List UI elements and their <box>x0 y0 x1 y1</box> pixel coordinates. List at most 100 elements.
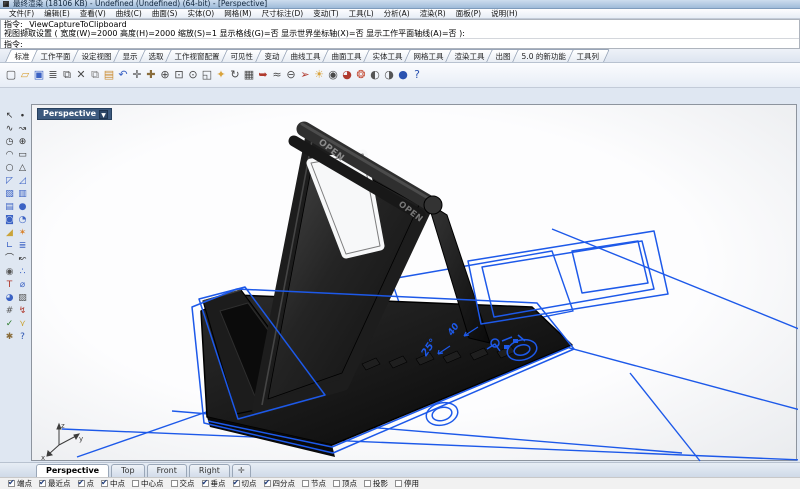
menu-item[interactable]: 渲染(R) <box>415 8 451 19</box>
toolbar-tab[interactable]: 工具列 <box>567 49 609 62</box>
lamp-icon[interactable]: ☀ <box>312 66 326 84</box>
pointer-select-icon[interactable]: ↖ <box>3 110 16 123</box>
checkbox-icon[interactable] <box>39 480 46 487</box>
viewport-canvas[interactable]: OPEN OPEN <box>32 105 798 462</box>
viewport-dropdown-icon[interactable]: ▼ <box>99 110 108 119</box>
menu-item[interactable]: 编辑(E) <box>39 8 75 19</box>
help-icon[interactable]: ? <box>410 66 424 84</box>
menu-item[interactable]: 实体(O) <box>182 8 219 19</box>
checkbox-icon[interactable] <box>395 480 402 487</box>
surface-edge-icon[interactable]: ◿ <box>16 175 29 188</box>
osnap-toggle[interactable]: 切点 <box>233 478 257 489</box>
checkbox-icon[interactable] <box>202 480 209 487</box>
print-icon[interactable]: ≣ <box>46 66 60 84</box>
view-tab[interactable]: Front <box>147 464 187 477</box>
menu-item[interactable]: 查看(V) <box>75 8 111 19</box>
extrude-icon[interactable]: ▤ <box>3 201 16 214</box>
rotate-view-icon[interactable]: ↻ <box>228 66 242 84</box>
control-point-curve-icon[interactable]: ↝ <box>16 123 29 136</box>
circle-center-icon[interactable]: ⊕ <box>16 136 29 149</box>
grid-icon[interactable]: ▦ <box>242 66 256 84</box>
checkbox-icon[interactable] <box>132 480 139 487</box>
export-icon[interactable]: ⧉ <box>60 66 74 84</box>
copy-icon[interactable]: ⧉ <box>88 66 102 84</box>
checkbox-icon[interactable] <box>302 480 309 487</box>
command-prompt[interactable]: 指令: <box>1 38 799 49</box>
osnap-toggle[interactable]: 交点 <box>171 478 195 489</box>
lock-icon[interactable]: ◉ <box>326 66 340 84</box>
zoom-window-icon[interactable]: ⊡ <box>172 66 186 84</box>
group-icon[interactable]: ∴ <box>16 266 29 279</box>
osnap-toggle[interactable]: 中心点 <box>132 478 164 489</box>
polyline-icon[interactable]: ∿ <box>3 123 16 136</box>
perspective-viewport[interactable]: Perspective ▼ <box>31 104 797 461</box>
ghosted-display-icon[interactable]: ◑ <box>382 66 396 84</box>
menu-item[interactable]: 工具(L) <box>344 8 379 19</box>
checkbox-icon[interactable] <box>333 480 340 487</box>
join-icon[interactable]: ∟ <box>3 240 16 253</box>
menu-item[interactable]: 网格(M) <box>219 8 256 19</box>
zoom-selected-icon[interactable]: ⊙ <box>186 66 200 84</box>
hide-icon[interactable]: ⊖ <box>284 66 298 84</box>
open-file-icon[interactable]: ▱ <box>18 66 32 84</box>
checkbox-icon[interactable] <box>264 480 271 487</box>
osnap-toggle[interactable]: 最近点 <box>39 478 71 489</box>
osnap-toggle[interactable]: 端点 <box>8 478 32 489</box>
restore-view-icon[interactable]: ➥ <box>256 66 270 84</box>
check-icon[interactable]: ✓ <box>3 318 16 331</box>
zoom-extents-icon[interactable]: ◱ <box>200 66 214 84</box>
curve-blend-icon[interactable]: ⌒ <box>3 253 16 266</box>
pipe-icon[interactable]: ⌀ <box>16 279 29 292</box>
point-icon[interactable]: ∙ <box>16 110 29 123</box>
boolean-difference-icon[interactable]: ◔ <box>16 214 29 227</box>
adjust-handle-icon[interactable]: ↜ <box>16 253 29 266</box>
rendered-display-icon[interactable]: ● <box>396 66 410 84</box>
viewport-title-tab[interactable]: Perspective ▼ <box>37 108 112 120</box>
zoom-dynamic-icon[interactable]: ⊕ <box>158 66 172 84</box>
rectangle-icon[interactable]: ▭ <box>16 149 29 162</box>
osnap-toggle[interactable]: 中点 <box>101 478 125 489</box>
toolbar-tab[interactable]: 5.0 的新功能 <box>512 49 576 62</box>
menu-item[interactable]: 文件(F) <box>4 8 39 19</box>
hatch-icon[interactable]: ▨ <box>16 292 29 305</box>
osnap-toggle[interactable]: 节点 <box>302 478 326 489</box>
view-tab[interactable]: Right <box>189 464 230 477</box>
checkbox-icon[interactable] <box>101 480 108 487</box>
view-tab[interactable]: Top <box>111 464 145 477</box>
osnap-toggle[interactable]: 顶点 <box>333 478 357 489</box>
funnel-icon[interactable]: ⋎ <box>16 318 29 331</box>
checkbox-icon[interactable] <box>233 480 240 487</box>
checkbox-icon[interactable] <box>8 480 15 487</box>
osnap-toggle[interactable]: 投影 <box>364 478 388 489</box>
gear-tool-icon[interactable]: ✱ <box>3 331 16 344</box>
new-view-tab-button[interactable]: ✛ <box>232 464 251 477</box>
menu-item[interactable]: 曲面(S) <box>147 8 183 19</box>
osnap-toggle[interactable]: 点 <box>78 478 95 489</box>
menu-item[interactable]: 曲线(C) <box>111 8 147 19</box>
osnap-toggle[interactable]: 垂点 <box>202 478 226 489</box>
circle-icon[interactable]: ◷ <box>3 136 16 149</box>
cylinder-icon[interactable]: ▥ <box>16 188 29 201</box>
mesh-grid-icon[interactable]: # <box>3 305 16 318</box>
osnap-toggle[interactable]: 停用 <box>395 478 419 489</box>
menu-item[interactable]: 分析(A) <box>379 8 415 19</box>
align-icon[interactable]: ≣ <box>16 240 29 253</box>
toolbar-tab[interactable]: 工作视窗配置 <box>165 49 230 62</box>
new-file-icon[interactable]: ▢ <box>4 66 18 84</box>
delete-icon[interactable]: ✕ <box>74 66 88 84</box>
arc-icon[interactable]: ◠ <box>3 149 16 162</box>
curve-tools-icon[interactable]: ≈ <box>270 66 284 84</box>
checkbox-icon[interactable] <box>364 480 371 487</box>
explode-icon[interactable]: ✶ <box>16 227 29 240</box>
paste-icon[interactable]: ▤ <box>102 66 116 84</box>
move-icon[interactable]: ✚ <box>144 66 158 84</box>
menu-item[interactable]: 变动(T) <box>308 8 343 19</box>
pan-view-icon[interactable]: ✛ <box>130 66 144 84</box>
undo-icon[interactable]: ↶ <box>116 66 130 84</box>
sphere-icon[interactable]: ● <box>16 201 29 214</box>
command-area[interactable]: 指令: _ViewCaptureToClipboard 视图撷取设置 ( 宽度(… <box>0 19 800 49</box>
surface-corner-icon[interactable]: ◸ <box>3 175 16 188</box>
help-tool-icon[interactable]: ? <box>16 331 29 344</box>
save-icon[interactable]: ▣ <box>32 66 46 84</box>
key-icon[interactable]: ✦ <box>214 66 228 84</box>
